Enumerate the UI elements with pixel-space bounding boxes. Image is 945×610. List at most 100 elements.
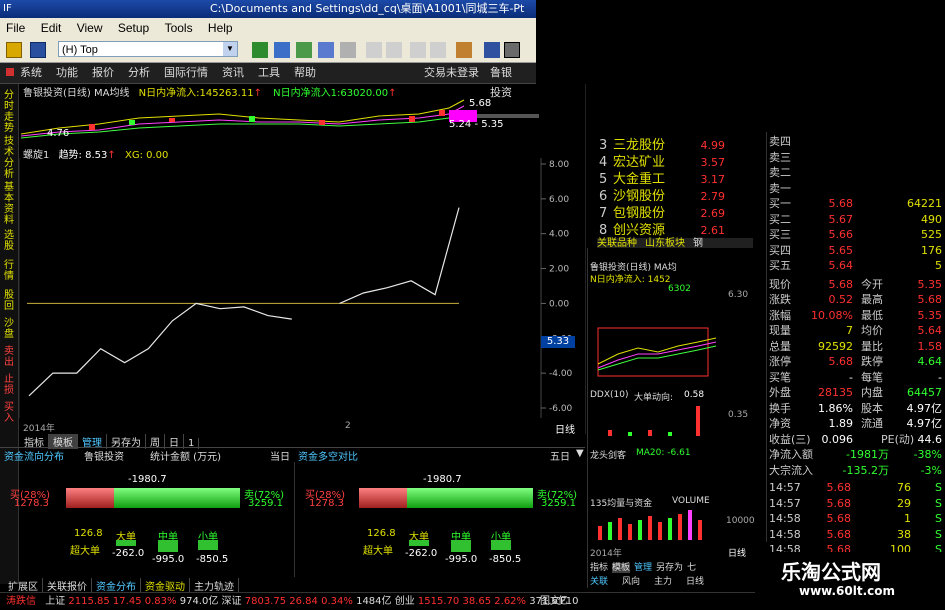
grid-icon[interactable] [274, 42, 290, 58]
chevron-down-icon[interactable]: ▼ [576, 448, 584, 459]
main-chart-area[interactable]: 鲁银投资(日线) MA均线 N日内净流入:145263.11↑ N日内净流入1:… [19, 84, 586, 436]
sz-index-change: 26.84 [289, 596, 318, 607]
sh-index-pct: 0.83% [144, 596, 177, 607]
compare-buy-value: 1278.3 [309, 498, 344, 509]
mini-volume-label: VOLUME [672, 496, 710, 506]
footer-tab-extend[interactable]: 扩展区 [4, 578, 43, 593]
alert-ticker[interactable]: 涛跌信 [6, 596, 36, 607]
tick-row: 14:57 5.68 76 S [769, 481, 942, 494]
vtab-intraday[interactable]: 分时走势 [2, 90, 16, 134]
menu-edit[interactable]: Edit [41, 21, 62, 35]
sh-index-value: 2115.85 [68, 596, 110, 607]
save-icon[interactable] [30, 42, 46, 58]
mini-tab-indicator[interactable]: 指标 [590, 563, 608, 573]
mini-net-inflow1: 6302 [668, 284, 691, 294]
mini-tab-template[interactable]: 模板 [612, 563, 631, 573]
window-titlebar: IF C:\Documents and Settings\dd_cq\桌面\A1… [0, 0, 536, 18]
sell-row: 卖一 [769, 181, 791, 195]
open-folder-icon[interactable] [6, 42, 22, 58]
brush-icon[interactable] [456, 42, 472, 58]
mini-tabs: 指标 模板 管理 另存为七 [590, 560, 696, 573]
vtab-sandbox[interactable]: 沙盘 [2, 318, 16, 340]
mini-tab-manage[interactable]: 管理 [634, 563, 652, 573]
window-icon[interactable] [504, 42, 520, 58]
sell-row: 卖二 [769, 166, 791, 179]
vtab-buy[interactable]: 买入 [2, 402, 16, 424]
app-menu-function[interactable]: 功能 [56, 66, 78, 79]
app-logo-icon: IF [3, 3, 12, 14]
undo-icon[interactable] [410, 42, 426, 58]
footer-tab-fund-drive[interactable]: 资金驱动 [141, 578, 190, 593]
mini-tab-saveas[interactable]: 另存为 [656, 563, 683, 573]
vtab-review[interactable]: 股回 [2, 290, 16, 312]
mini-tab-daily[interactable]: 日线 [686, 577, 704, 587]
fund-day-label[interactable]: 当日 [270, 448, 290, 463]
mini-chart-panel[interactable]: 鲁银投资(日线) MA均 N日内净流入: 1452 6302 6.30 DDX(… [587, 248, 755, 588]
mini-net-inflow: N日内净流入: 1452 [590, 275, 671, 285]
vtab-market[interactable]: 行情 [2, 260, 16, 282]
app-menu-help[interactable]: 帮助 [294, 66, 316, 79]
mini-tab-main[interactable]: 主力 [654, 577, 672, 587]
list-item[interactable]: 8 创兴资源 2.61 [599, 219, 725, 238]
mini-price-tick: 6.30 [728, 290, 749, 300]
mini-tab-related[interactable]: 关联 [590, 577, 608, 587]
buy-row: 买四 5.65 176 [769, 243, 942, 257]
mini-tab-seven[interactable]: 七 [687, 563, 696, 573]
app-menu-quote[interactable]: 报价 [92, 66, 114, 79]
footer-tab-main-track[interactable]: 主力轨迹 [190, 578, 239, 593]
vtab-screener[interactable]: 选股 [2, 230, 16, 252]
vtab-fundamental[interactable]: 基本资料 [2, 182, 16, 226]
fund-range-label[interactable]: 五日 [550, 448, 570, 463]
list-icon[interactable] [340, 42, 356, 58]
menu-view[interactable]: View [77, 21, 103, 35]
f10-button[interactable]: 图文F10 [540, 593, 578, 610]
price-high-label: 5.68 [469, 98, 492, 109]
footer-tab-related[interactable]: 关联报价 [43, 578, 92, 593]
mini-period[interactable]: 日线 [728, 546, 746, 559]
fund-compare-title[interactable]: 资金多空对比 [298, 448, 358, 463]
vtab-sell[interactable]: 卖出 [2, 346, 16, 368]
menu-file[interactable]: File [6, 21, 25, 35]
buy-bar [66, 488, 114, 508]
tick-row: 14:58 5.68 1 S [769, 512, 942, 525]
sh-index-label: 上证 [45, 596, 66, 607]
fund-flow-title[interactable]: 资金流向分布 [4, 448, 64, 463]
stat-row: 现价 5.68 今开 5.35 [769, 277, 942, 291]
x-axis-date: 2014年 [23, 424, 55, 434]
vtab-stop[interactable]: 止损 [2, 374, 16, 396]
tools-icon[interactable] [318, 42, 334, 58]
buy-row: 买一 5.68 64221 [769, 197, 942, 210]
menu-tools[interactable]: Tools [165, 21, 193, 35]
bar-chart-icon[interactable] [484, 42, 500, 58]
compare-small-value: -850.5 [489, 554, 522, 565]
compare-sell-bar [407, 488, 533, 508]
mini-tab-wind[interactable]: 风向 [622, 577, 640, 587]
sh-index-amount: 974.0亿 [179, 596, 219, 607]
fund-panel-header: 资金流向分布 鲁银投资 统计金额 (万元) 当日 资金多空对比 五日 ▼ [0, 447, 585, 463]
level-combo[interactable]: (H) Top ▼ [58, 41, 238, 57]
y-tick-label: -6.00 [549, 404, 573, 414]
app-menu-international[interactable]: 国际行情 [164, 66, 208, 79]
forward-icon[interactable] [386, 42, 402, 58]
chevron-down-icon[interactable]: ▼ [223, 42, 237, 56]
menu-help[interactable]: Help [208, 21, 233, 35]
app-menu-info[interactable]: 资讯 [222, 66, 244, 79]
app-menu-analysis[interactable]: 分析 [128, 66, 150, 79]
compare-net-value: -1980.7 [423, 474, 462, 485]
mini-tab-leader[interactable]: 龙头剑客 [590, 448, 626, 461]
vtab-technical[interactable]: 技术分析 [2, 136, 16, 180]
y-tick-label: 2.00 [549, 265, 569, 275]
table-icon[interactable] [296, 42, 312, 58]
medium-value: -995.0 [152, 554, 185, 565]
tree-icon[interactable] [252, 42, 268, 58]
login-status[interactable]: 交易未登录 [424, 63, 479, 83]
period-label[interactable]: 日线 [555, 421, 575, 436]
y-tick-label: 4.00 [549, 230, 569, 240]
footer-tab-fund-dist[interactable]: 资金分布 [92, 578, 141, 593]
redo-icon[interactable] [430, 42, 446, 58]
app-menu-system[interactable]: 系统 [20, 66, 42, 79]
app-menu-tools[interactable]: 工具 [258, 66, 280, 79]
menu-setup[interactable]: Setup [118, 21, 149, 35]
net-inflow-row: 净流入额 -1981万 -38% [769, 448, 942, 461]
back-icon[interactable] [366, 42, 382, 58]
